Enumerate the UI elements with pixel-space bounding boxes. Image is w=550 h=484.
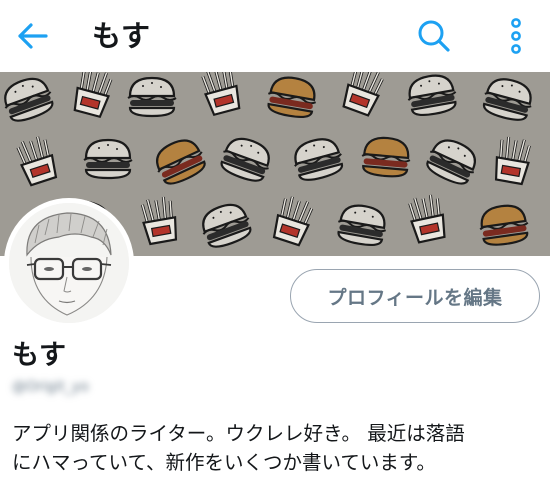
profile-screen: もす プロフィールを編集 もす @Origit_yo アプリ関係のライター。ウク… xyxy=(0,0,550,484)
page-title: もす xyxy=(92,19,151,53)
avatar[interactable] xyxy=(4,198,134,328)
back-button[interactable] xyxy=(8,14,56,58)
more-vertical-icon xyxy=(511,18,521,54)
profile-bio: アプリ関係のライター。ウクレレ好き。 最近は落語 にハマっていて、新作をいくつか… xyxy=(12,419,542,477)
user-handle: @Origit_yo xyxy=(12,379,89,395)
arrow-left-icon xyxy=(18,23,48,49)
top-app-bar: もす xyxy=(0,0,550,72)
bio-line: アプリ関係のライター。ウクレレ好き。 最近は落語 xyxy=(12,422,465,445)
display-name: もす xyxy=(12,340,66,371)
more-options-button[interactable] xyxy=(496,12,536,60)
bio-line: にハマっていて、新作をいくつか書いています。 xyxy=(12,451,436,474)
avatar-portrait-image xyxy=(9,203,129,323)
search-icon xyxy=(418,20,450,52)
edit-profile-button[interactable]: プロフィールを編集 xyxy=(290,269,540,323)
search-button[interactable] xyxy=(410,12,458,60)
